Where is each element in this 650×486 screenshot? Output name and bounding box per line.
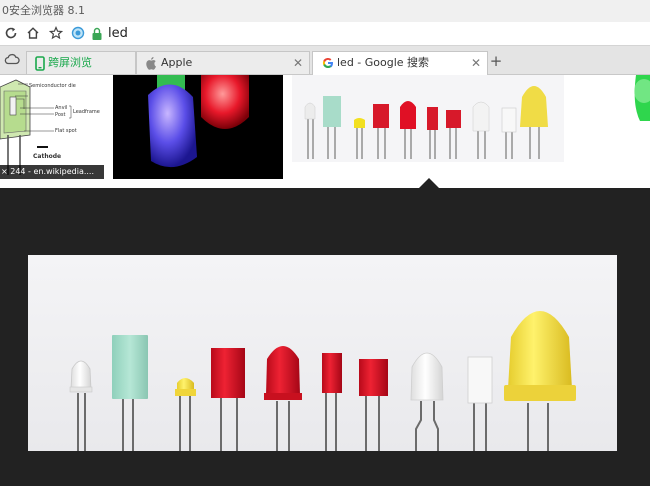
compat-mode-button[interactable] [69, 24, 87, 42]
diagram-label: Cathode [33, 153, 62, 160]
thumbnail-led-diagram[interactable]: Semiconductor die Anvil Post Leadframe F… [0, 75, 104, 180]
glowing-leds-image [148, 75, 249, 168]
tab-close-button[interactable]: ✕ [471, 52, 481, 74]
led-lineup-thumb-image [304, 86, 548, 159]
bookmark-button[interactable] [47, 24, 65, 42]
phone-icon [35, 56, 45, 71]
tab-bar: 跨屏浏览 Apple ✕ led - Google 搜索 ✕ + [0, 46, 650, 75]
tab-label: led - Google 搜索 [337, 56, 430, 69]
tab-apple[interactable]: Apple ✕ [136, 51, 310, 74]
reload-button[interactable] [2, 24, 20, 42]
globe-icon [71, 26, 85, 40]
tab-label: 跨屏浏览 [48, 56, 92, 69]
preview-image[interactable] [28, 255, 617, 451]
image-preview-panel [0, 188, 650, 486]
thumbnail-green-led-partial[interactable] [618, 75, 650, 163]
thumbnail-glowing-leds[interactable] [113, 75, 283, 179]
home-button[interactable] [24, 24, 42, 42]
plus-icon: + [489, 52, 503, 70]
tab-label: Apple [161, 56, 193, 69]
tab-google-search[interactable]: led - Google 搜索 ✕ [312, 51, 488, 75]
diagram-label: Leadframe [73, 109, 100, 115]
diagram-label: Post [55, 112, 66, 118]
tab-close-button[interactable]: ✕ [293, 52, 303, 74]
window-title-bar: 0安全浏览器 8.1 [0, 0, 650, 22]
url-input[interactable] [86, 23, 650, 43]
thumbnail-led-lineup[interactable] [292, 75, 564, 162]
apple-icon [146, 57, 156, 70]
window-title: 0安全浏览器 8.1 [2, 4, 85, 17]
cloud-icon [4, 53, 20, 65]
image-results-strip: Semiconductor die Anvil Post Leadframe F… [0, 75, 650, 188]
home-icon [27, 27, 39, 39]
green-led-image [634, 75, 650, 121]
tab-cross-screen[interactable]: 跨屏浏览 [26, 51, 136, 74]
thumbnail-caption: × 244 - en.wikipedia.... [0, 165, 104, 179]
star-icon [48, 25, 64, 40]
diagram-label: Semiconductor die [29, 83, 76, 89]
address-bar [0, 22, 650, 46]
diagram-label: Anvil [55, 105, 68, 111]
diagram-label: Flat spot [55, 128, 77, 134]
reload-icon [5, 27, 17, 39]
new-tab-button[interactable]: + [487, 52, 505, 70]
cloud-sync-button[interactable] [3, 50, 21, 68]
google-icon [322, 58, 333, 68]
